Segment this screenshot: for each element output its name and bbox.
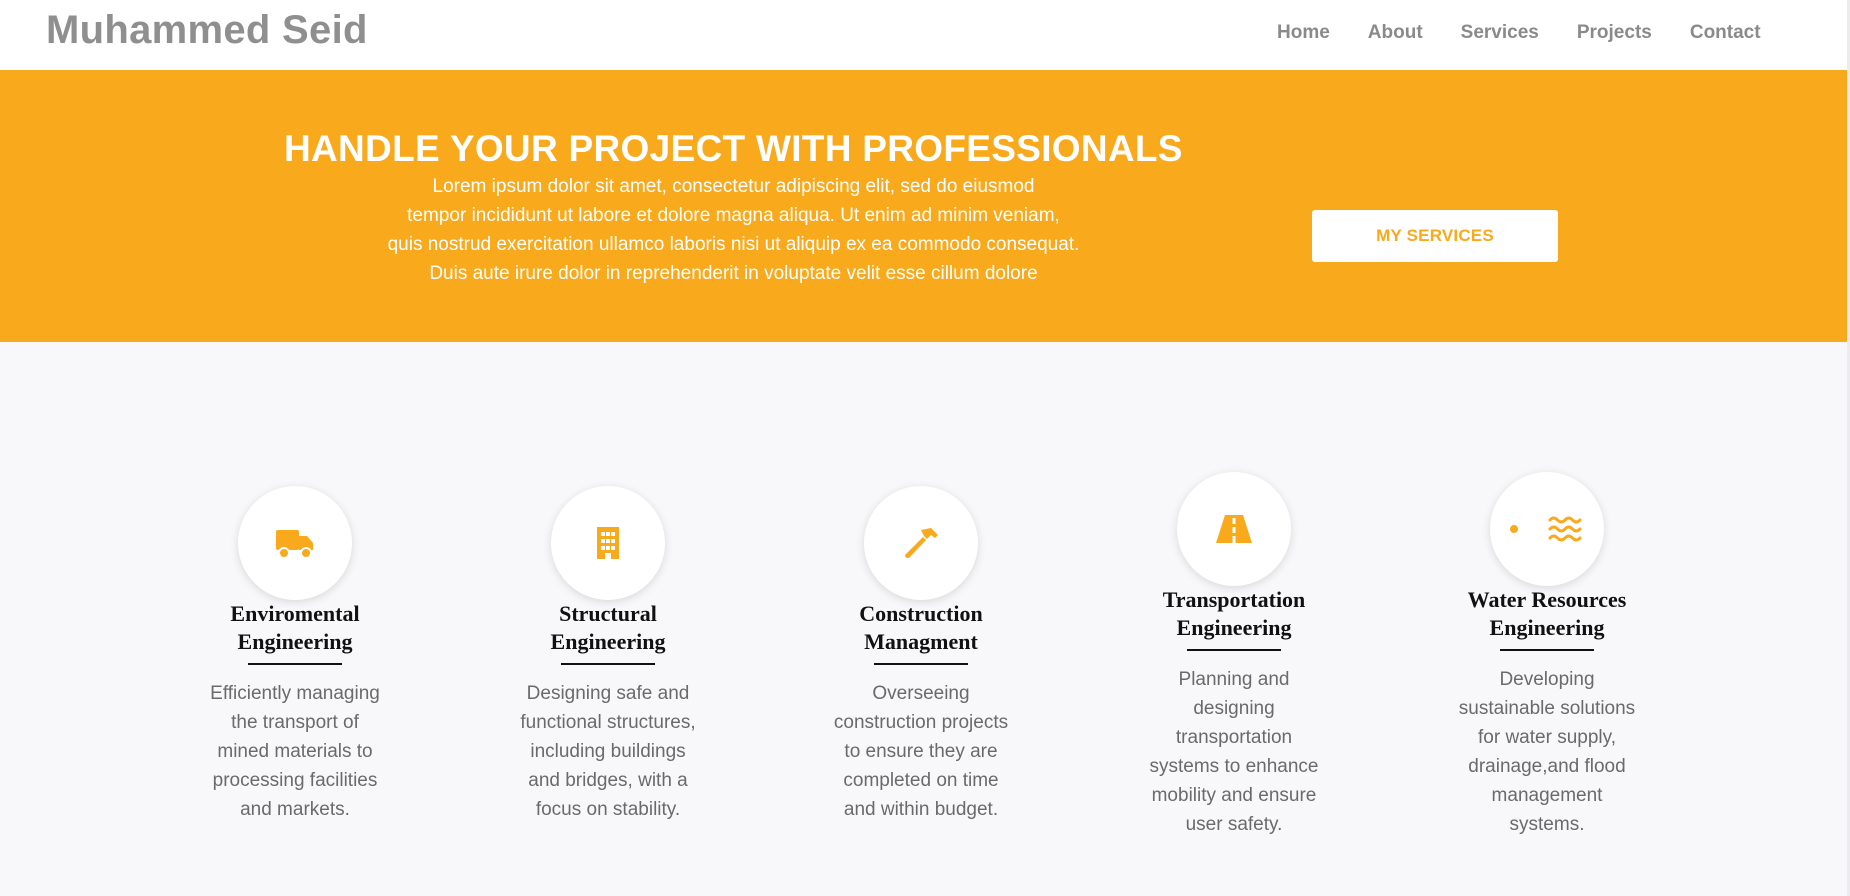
service-divider (561, 663, 655, 665)
service-title-line: Transportation (1162, 587, 1306, 612)
site-brand[interactable]: Muhammed Seid (46, 8, 368, 53)
service-description-line: Planning and (1178, 669, 1290, 690)
service-description: Developing sustainable solutions for wat… (1447, 665, 1647, 839)
service-title-line: Managment (864, 629, 978, 654)
service-title-line: Engineering (1176, 615, 1292, 640)
hero-title: HANDLE YOUR PROJECT WITH PROFESSIONALS (284, 128, 1183, 169)
service-description: Planning and designing transportation sy… (1134, 665, 1334, 839)
service-description-line: to ensure they are (844, 741, 998, 762)
navbar: Muhammed Seid Home About Services Projec… (0, 0, 1850, 70)
water-icon (1490, 472, 1604, 586)
service-title-line: Engineering (1489, 615, 1605, 640)
service-description-line: including buildings (530, 741, 686, 762)
service-description-line: user safety. (1185, 814, 1283, 835)
service-description-line: completed on time (843, 770, 999, 791)
service-title-line: Construction (859, 601, 983, 626)
service-description-line: and within budget. (843, 799, 999, 820)
service-description-line: focus on stability. (535, 799, 681, 820)
service-description-line: and markets. (240, 799, 350, 820)
service-description-line: Efficiently managing (210, 683, 380, 704)
hero-description-line: tempor incididunt ut labore et dolore ma… (407, 205, 1060, 226)
building-icon (551, 486, 665, 600)
hero-description-line: Duis aute irure dolor in reprehenderit i… (429, 263, 1038, 284)
nav-services-link[interactable]: Services (1461, 22, 1539, 44)
nav-contact-link[interactable]: Contact (1690, 22, 1761, 44)
service-description-line: sustainable solutions (1458, 698, 1636, 719)
service-title: Transportation Engineering (1114, 586, 1354, 642)
service-description-line: management (1491, 785, 1603, 806)
service-divider (248, 663, 342, 665)
hero-description-line: Lorem ipsum dolor sit amet, consectetur … (432, 176, 1035, 197)
hero-banner: HANDLE YOUR PROJECT WITH PROFESSIONALS L… (0, 70, 1847, 342)
service-description-line: construction projects (833, 712, 1009, 733)
nav-about-link[interactable]: About (1368, 22, 1423, 44)
service-description-line: Developing (1499, 669, 1595, 690)
service-description: Designing safe and functional structures… (508, 679, 708, 824)
service-description-line: the transport of (231, 712, 359, 733)
nav-projects-link[interactable]: Projects (1577, 22, 1652, 44)
service-divider (1500, 649, 1594, 651)
service-title-line: Engineering (237, 629, 353, 654)
service-description: Efficiently managing the transport of mi… (195, 679, 395, 824)
service-description-line: transportation (1175, 727, 1293, 748)
service-description-line: systems. (1509, 814, 1585, 835)
service-title: Water Resources Engineering (1427, 586, 1667, 642)
service-description-line: designing (1193, 698, 1275, 719)
main-nav: Home About Services Projects Contact (1277, 22, 1799, 44)
service-title-line: Structural (559, 601, 657, 626)
service-description-line: mined materials to (217, 741, 373, 762)
my-services-button[interactable]: MY SERVICES (1312, 210, 1558, 262)
service-description-line: mobility and ensure (1151, 785, 1317, 806)
hero-description-line: quis nostrud exercitation ullamco labori… (387, 234, 1080, 255)
nav-home-link[interactable]: Home (1277, 22, 1330, 44)
road-icon (1177, 472, 1291, 586)
hammer-icon (864, 486, 978, 600)
service-title: Construction Managment (801, 600, 1041, 656)
service-description-line: functional structures, (520, 712, 696, 733)
service-description-line: and bridges, with a (528, 770, 688, 791)
truck-icon (238, 486, 352, 600)
service-description-line: Designing safe and (526, 683, 690, 704)
service-description-line: systems to enhance (1149, 756, 1319, 777)
service-divider (1187, 649, 1281, 651)
service-title-line: Water Resources (1467, 587, 1627, 612)
service-title-line: Engineering (550, 629, 666, 654)
service-title: Structural Engineering (488, 600, 728, 656)
service-description-line: drainage,and flood (1468, 756, 1626, 777)
service-description-line: processing facilities (212, 770, 378, 791)
service-title: Enviromental Engineering (175, 600, 415, 656)
service-description-line: Overseeing (872, 683, 970, 704)
service-description: Overseeing construction projects to ensu… (821, 679, 1021, 824)
service-title-line: Enviromental (230, 601, 360, 626)
services-section: Enviromental Engineering Efficiently man… (0, 342, 1847, 896)
hero-description: Lorem ipsum dolor sit amet, consectetur … (355, 172, 1112, 288)
service-description-line: for water supply, (1478, 727, 1616, 748)
service-divider (874, 663, 968, 665)
